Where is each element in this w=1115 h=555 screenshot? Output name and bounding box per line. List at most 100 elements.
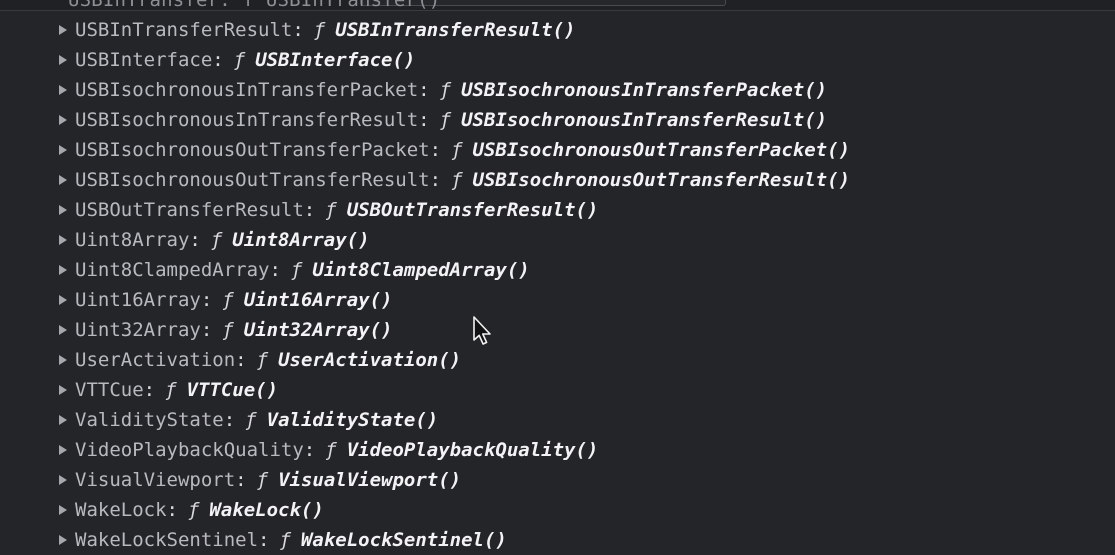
- property-key: VideoPlaybackQuality: [75, 439, 304, 461]
- property-entry: WakeLockSentinel: ƒ WakeLockSentinel(): [75, 525, 507, 555]
- function-glyph: ƒ: [245, 409, 257, 431]
- property-entry: USBIsochronousOutTransferPacket: ƒ USBIsoc…: [75, 135, 850, 165]
- property-separator: :: [223, 409, 236, 431]
- expand-triangle-icon[interactable]: [59, 385, 67, 395]
- property-entry: USBIsochronousOutTransferResult: ƒ USBIsoc…: [75, 165, 850, 195]
- function-value: VisualViewport(): [278, 469, 462, 491]
- property-key: Uint8ClampedArray: [75, 259, 270, 281]
- function-glyph: ƒ: [187, 499, 200, 521]
- property-entry: WakeLock: ƒ WakeLock(): [75, 495, 324, 525]
- table-row[interactable]: VisualViewport: ƒ VisualViewport(): [0, 465, 1115, 495]
- function-value: USBIsochronousInTransferPacket(): [461, 79, 828, 101]
- function-glyph: ƒ: [451, 169, 463, 191]
- expand-triangle-icon[interactable]: [59, 325, 67, 335]
- expand-triangle-icon[interactable]: [59, 475, 67, 485]
- partial-top-entry-text: USBInTransfer: f USBInTransfer(): [68, 0, 441, 11]
- property-entry: USBInterface: ƒ USBInterface(): [75, 45, 415, 75]
- function-value: VTTCue(): [186, 379, 279, 401]
- expand-triangle-icon[interactable]: [59, 205, 67, 215]
- property-entry: UserActivation: ƒ UserActivation(): [75, 345, 461, 375]
- expand-triangle-icon[interactable]: [59, 175, 67, 185]
- function-glyph: ƒ: [325, 199, 337, 221]
- property-key: USBIsochronousInTransferPacket: [75, 79, 419, 101]
- table-row[interactable]: USBOutTransferResult: ƒ USBOutTransferResu…: [0, 195, 1115, 225]
- property-entry: Uint16Array: ƒ Uint16Array(): [75, 285, 392, 315]
- expand-triangle-icon[interactable]: [59, 445, 67, 455]
- table-row[interactable]: USBIsochronousInTransferResult: ƒ USBIsoch…: [0, 105, 1115, 135]
- table-row[interactable]: Uint8ClampedArray: ƒ Uint8ClampedArray(): [0, 255, 1115, 285]
- function-glyph: ƒ: [325, 439, 337, 461]
- expand-triangle-icon[interactable]: [59, 25, 67, 35]
- property-entry: USBIsochronousInTransferPacket: ƒ USBIsoch…: [75, 75, 827, 105]
- table-row[interactable]: WakeLock: ƒ WakeLock(): [0, 495, 1115, 525]
- expand-triangle-icon[interactable]: [59, 265, 67, 275]
- function-glyph: ƒ: [233, 49, 246, 71]
- property-separator: :: [429, 139, 442, 161]
- function-value: Uint8ClampedArray(): [312, 259, 530, 281]
- table-row[interactable]: USBIsochronousOutTransferResult: ƒ USBIsoc…: [0, 165, 1115, 195]
- expand-triangle-icon[interactable]: [59, 505, 67, 515]
- function-value: USBInTransferResult(): [335, 19, 576, 41]
- function-glyph: ƒ: [210, 229, 223, 251]
- function-value: USBIsochronousOutTransferResult(): [472, 169, 851, 191]
- expand-triangle-icon[interactable]: [59, 55, 67, 65]
- table-row[interactable]: Uint8Array: ƒ Uint8Array(): [0, 225, 1115, 255]
- function-value: UserActivation(): [278, 349, 462, 371]
- property-key: USBIsochronousInTransferResult: [75, 109, 419, 131]
- property-separator: :: [200, 319, 213, 341]
- property-key: Uint32Array: [75, 319, 201, 341]
- property-key: ValidityState: [75, 409, 224, 431]
- function-value: ValidityState(): [266, 409, 439, 431]
- expand-triangle-icon[interactable]: [59, 145, 67, 155]
- function-glyph: ƒ: [313, 19, 326, 41]
- function-glyph: ƒ: [256, 349, 269, 371]
- table-row[interactable]: USBInTransferResult: ƒ USBInTransferResult…: [0, 15, 1115, 45]
- property-key: USBInterface: [75, 49, 213, 71]
- property-key: WakeLock: [75, 499, 167, 521]
- expand-triangle-icon[interactable]: [59, 115, 67, 125]
- function-glyph: ƒ: [222, 319, 234, 341]
- table-row[interactable]: Uint32Array: ƒ Uint32Array(): [0, 315, 1115, 345]
- expand-triangle-icon[interactable]: [59, 295, 67, 305]
- expand-triangle-icon[interactable]: [59, 535, 67, 545]
- property-separator: :: [303, 199, 316, 221]
- property-separator: :: [258, 529, 270, 551]
- property-entry: USBIsochronousInTransferResult: ƒ USBIsoch…: [75, 105, 827, 135]
- function-value: Uint32Array(): [243, 319, 393, 341]
- expand-triangle-icon[interactable]: [59, 355, 67, 365]
- table-row[interactable]: USBInterface: ƒ USBInterface(): [0, 45, 1115, 75]
- property-key: USBIsochronousOutTransferPacket: [75, 139, 430, 161]
- property-separator: :: [429, 169, 442, 191]
- table-row[interactable]: USBIsochronousOutTransferPacket: ƒ USBIsoc…: [0, 135, 1115, 165]
- property-separator: :: [418, 109, 430, 131]
- table-row[interactable]: VideoPlaybackQuality: ƒ VideoPlaybackQuali…: [0, 435, 1115, 465]
- property-separator: :: [212, 49, 224, 71]
- table-row[interactable]: Uint16Array: ƒ Uint16Array(): [0, 285, 1115, 315]
- expand-triangle-icon[interactable]: [59, 85, 67, 95]
- expand-triangle-icon[interactable]: [59, 235, 67, 245]
- function-value: WakeLock(): [209, 499, 324, 521]
- function-glyph: ƒ: [439, 109, 452, 131]
- function-glyph: ƒ: [279, 529, 291, 551]
- function-glyph: ƒ: [290, 259, 303, 281]
- property-separator: :: [189, 229, 201, 251]
- function-value: USBIsochronousOutTransferPacket(): [472, 139, 851, 161]
- table-row[interactable]: ValidityState: ƒ ValidityState(): [0, 405, 1115, 435]
- expand-triangle-icon[interactable]: [59, 415, 67, 425]
- property-entry: USBOutTransferResult: ƒ USBOutTransferResu…: [75, 195, 598, 225]
- property-key: VTTCue: [75, 379, 144, 401]
- table-row[interactable]: VTTCue: ƒ VTTCue(): [0, 375, 1115, 405]
- property-entry: USBInTransferResult: ƒ USBInTransferResult…: [75, 15, 575, 45]
- function-glyph: ƒ: [222, 289, 234, 311]
- function-glyph: ƒ: [165, 379, 177, 401]
- property-entry: Uint32Array: ƒ Uint32Array(): [75, 315, 392, 345]
- property-key: WakeLockSentinel: [75, 529, 259, 551]
- property-key: Uint8Array: [75, 229, 190, 251]
- function-glyph: ƒ: [451, 139, 463, 161]
- table-row[interactable]: WakeLockSentinel: ƒ WakeLockSentinel(): [0, 525, 1115, 555]
- table-row[interactable]: USBIsochronousInTransferPacket: ƒ USBIsoch…: [0, 75, 1115, 105]
- property-separator: :: [292, 19, 304, 41]
- table-row[interactable]: UserActivation: ƒ UserActivation(): [0, 345, 1115, 375]
- mouse-pointer-icon: [473, 316, 491, 345]
- function-value: WakeLockSentinel(): [300, 529, 507, 551]
